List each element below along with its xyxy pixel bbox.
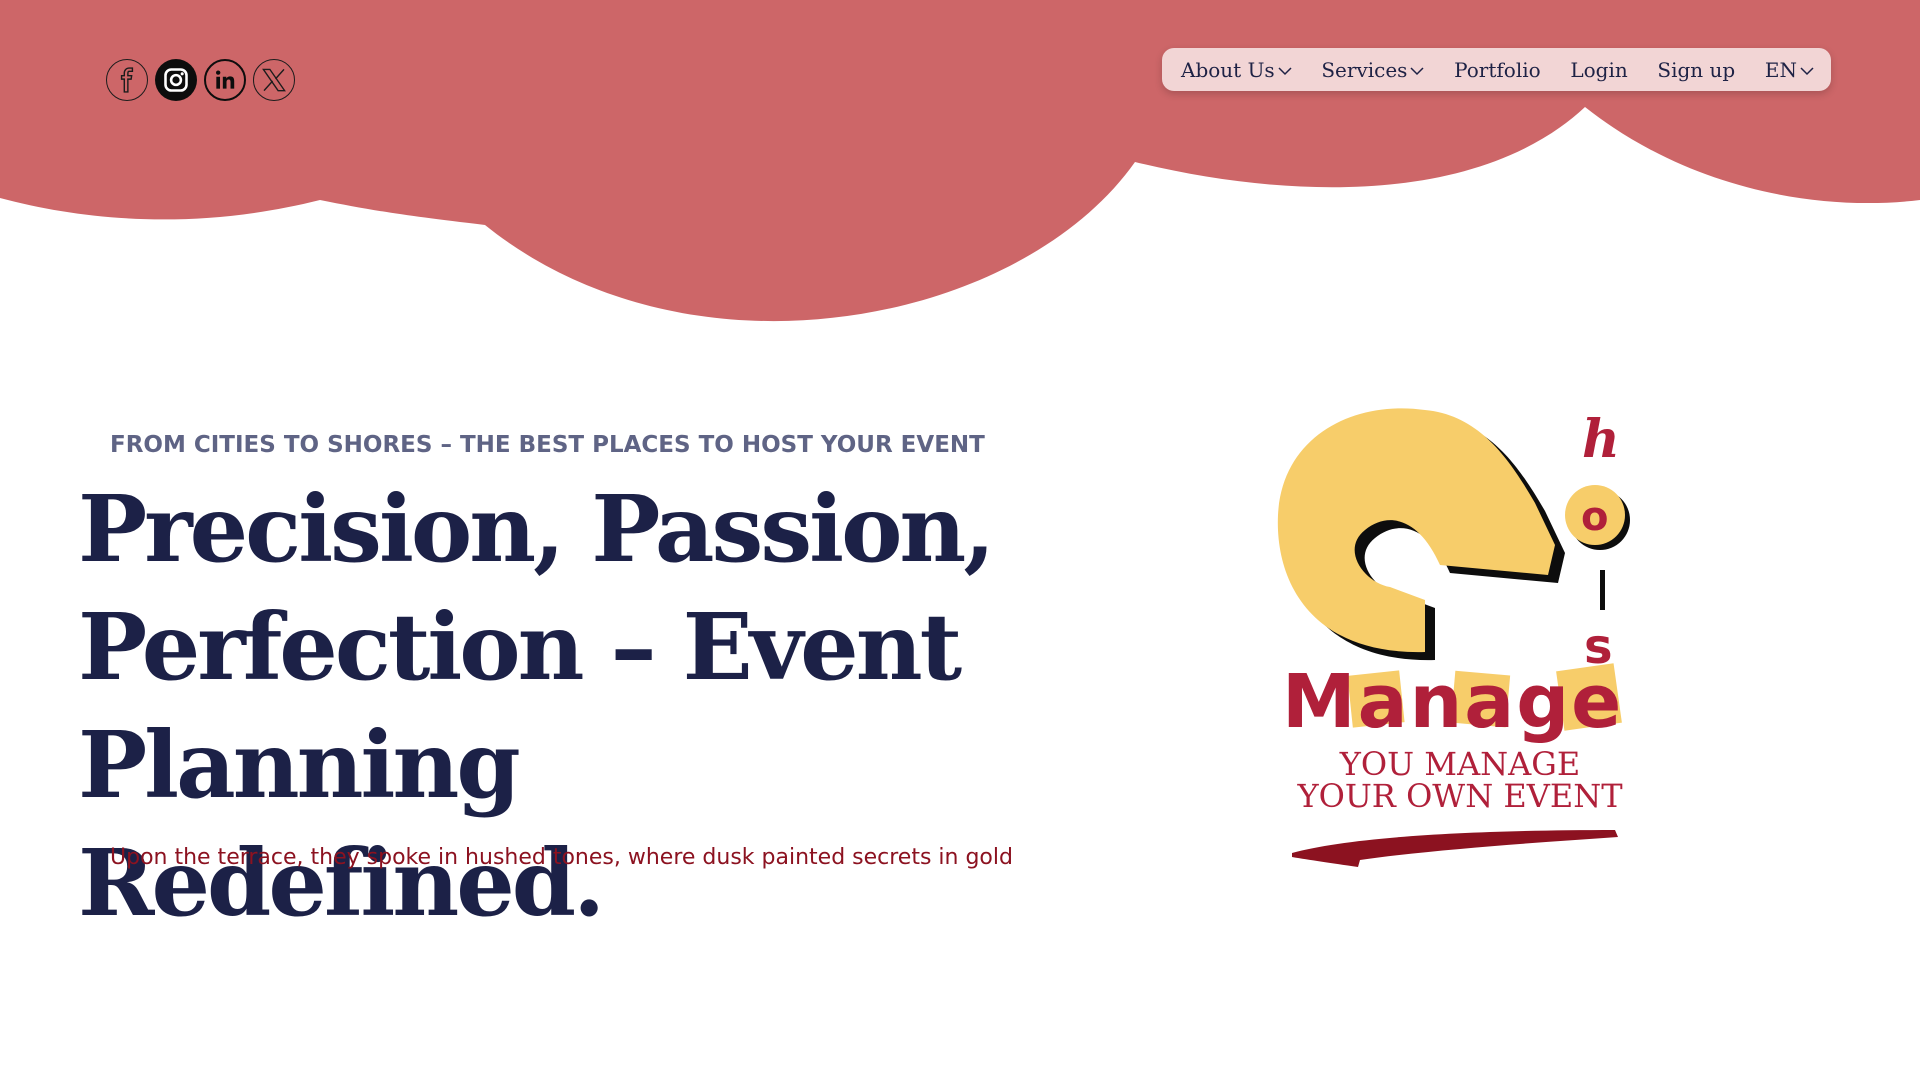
- nav-login[interactable]: Login: [1570, 58, 1627, 82]
- linkedin-link[interactable]: [204, 59, 246, 101]
- chevron-down-icon: [1278, 66, 1292, 75]
- brand-logo: h o s Manage YOU MANAGE YOUR OWN EVENT: [1277, 408, 1630, 867]
- hero-subline: Upon the terrace, they spoke in hushed t…: [110, 845, 1013, 870]
- logo-letter-h: h: [1582, 409, 1620, 470]
- hero-headline-line-1: Precision, Passion,: [78, 475, 995, 583]
- nav-services[interactable]: Services: [1321, 58, 1424, 82]
- nav-portfolio-label: Portfolio: [1454, 57, 1541, 82]
- language-selector[interactable]: EN: [1765, 58, 1814, 82]
- facebook-icon: [120, 67, 134, 93]
- instagram-link[interactable]: [155, 59, 197, 101]
- nav-services-label: Services: [1321, 57, 1408, 82]
- nav-login-label: Login: [1570, 57, 1628, 82]
- x-icon: [262, 68, 286, 92]
- chevron-down-icon: [1800, 66, 1814, 75]
- instagram-icon: [164, 68, 188, 92]
- facebook-link[interactable]: [106, 59, 148, 101]
- linkedin-icon: [216, 70, 235, 89]
- logo-brush-underline: [1292, 830, 1618, 867]
- logo-word-manage: Manage: [1282, 659, 1623, 745]
- nav-about-us[interactable]: About Us: [1181, 58, 1292, 82]
- hero-headline-line-3: Planning Redefined.: [78, 711, 605, 937]
- nav-about-us-label: About Us: [1181, 57, 1275, 82]
- nav-sign-up[interactable]: Sign up: [1657, 58, 1735, 82]
- logo-letter-i: [1600, 570, 1605, 610]
- nav-portfolio[interactable]: Portfolio: [1454, 58, 1541, 82]
- logo-tagline-line-2: YOUR OWN EVENT: [1296, 777, 1623, 815]
- language-label: EN: [1764, 57, 1797, 82]
- x-link[interactable]: [253, 59, 295, 101]
- hero-eyebrow: FROM CITIES TO SHORES – THE BEST PLACES …: [110, 432, 985, 458]
- page: About Us Services Portfolio Login Sign u…: [0, 0, 1920, 1080]
- main-nav: About Us Services Portfolio Login Sign u…: [1162, 48, 1831, 91]
- hero-headline-line-2: Perfection – Event: [78, 593, 962, 701]
- logo-letter-o: o: [1581, 494, 1608, 540]
- social-links: [106, 59, 295, 101]
- hero-headline: Precision, Passion, Perfection – Event P…: [78, 470, 1058, 942]
- chevron-down-icon: [1410, 66, 1424, 75]
- nav-sign-up-label: Sign up: [1657, 57, 1736, 82]
